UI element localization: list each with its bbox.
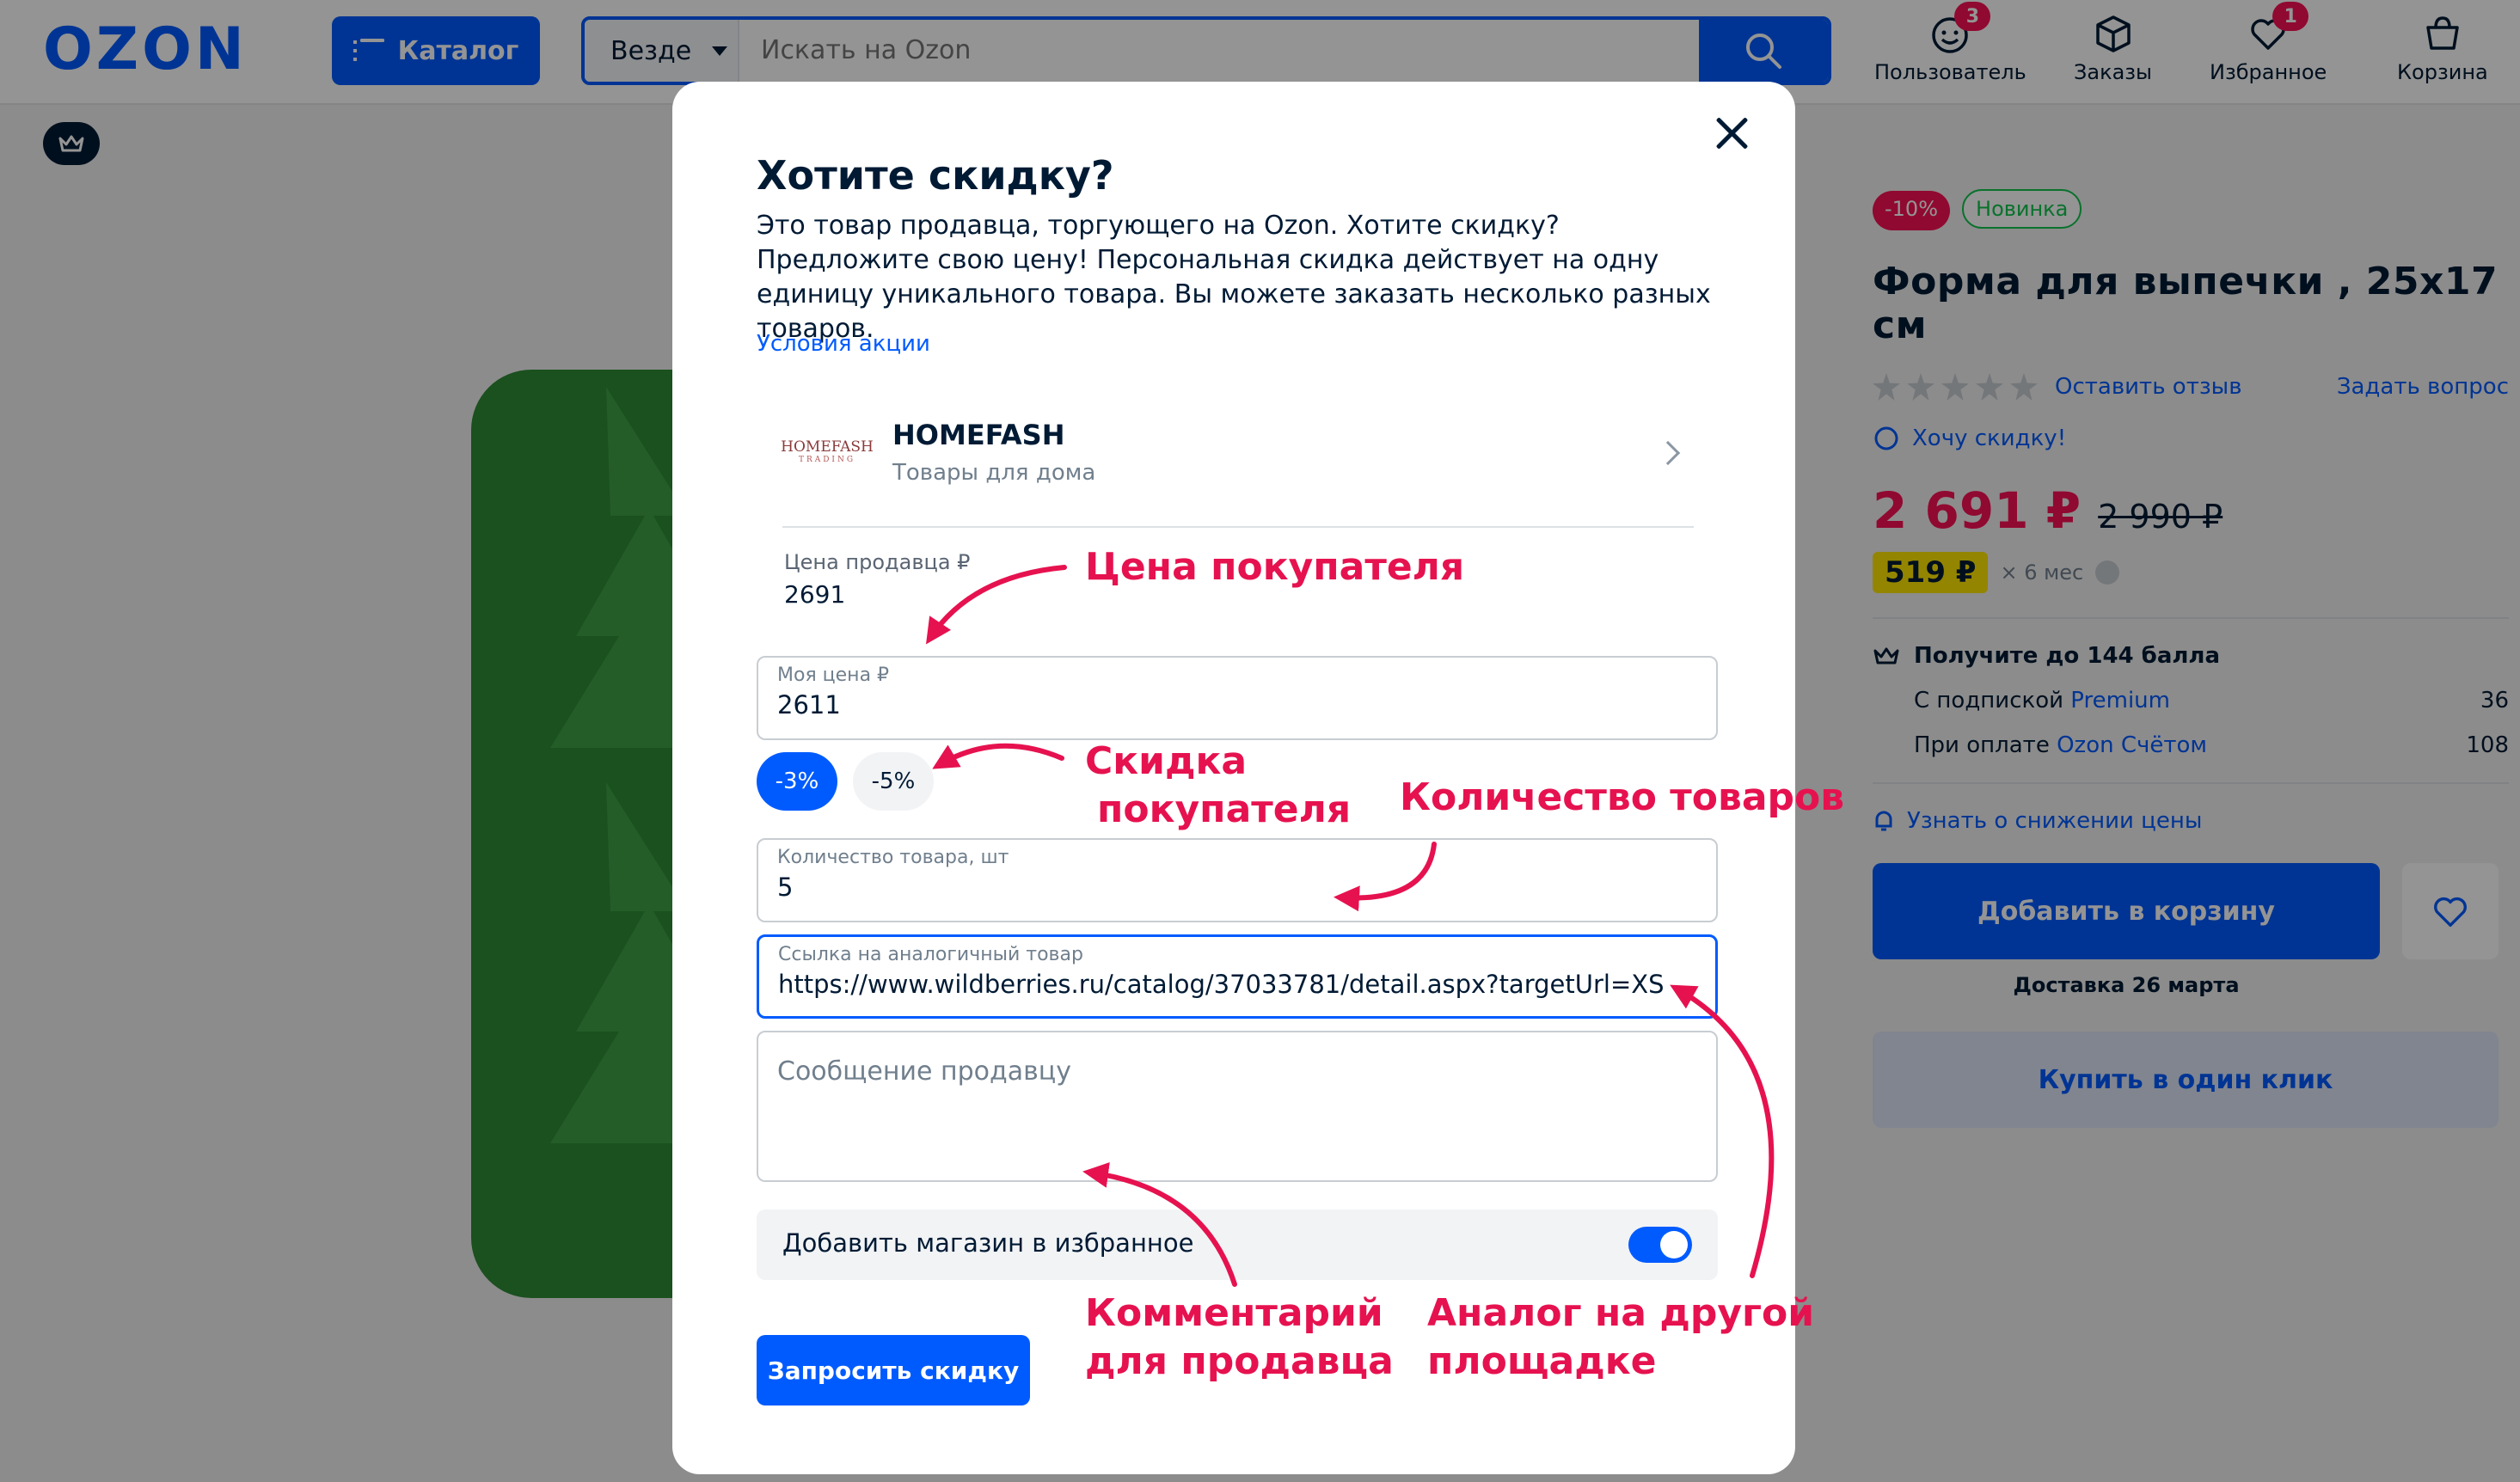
annotation-discount-line2: покупателя: [1097, 787, 1352, 831]
seller-logo: HOMEFASH TRADING: [781, 426, 874, 477]
seller-logo-sub: TRADING: [798, 456, 856, 464]
seller-logo-text: HOMEFASH: [781, 438, 874, 456]
annotation-quantity: Количество товаров: [1400, 775, 1845, 819]
annotation-analog-line1: Аналог на другой: [1427, 1291, 1815, 1335]
my-price-label: Моя цена ₽: [777, 664, 890, 686]
annotation-comment-line1: Комментарий: [1085, 1291, 1383, 1335]
seller-card[interactable]: HOMEFASH TRADING HOMEFASH Товары для дом…: [781, 419, 1694, 522]
favorite-store-toggle[interactable]: [1628, 1227, 1692, 1263]
analog-link-label: Ссылка на аналогичный товар: [778, 944, 1083, 965]
modal-description: Это товар продавца, торгующего на Ozon. …: [757, 211, 1711, 344]
terms-link[interactable]: Условия акции: [757, 331, 930, 357]
message-placeholder: Сообщение продавцу: [777, 1056, 1071, 1087]
quantity-field[interactable]: Количество товара, шт 5: [757, 838, 1718, 922]
seller-price-label: Цена продавца ₽: [784, 550, 971, 574]
quantity-value: 5: [777, 873, 794, 902]
annotation-comment-line2: для продавца: [1085, 1339, 1394, 1383]
analog-link-field[interactable]: Ссылка на аналогичный товар https://www.…: [757, 934, 1718, 1019]
seller-name: HOMEFASH: [892, 419, 1065, 451]
request-discount-button[interactable]: Запросить скидку: [757, 1335, 1030, 1405]
message-to-seller-field[interactable]: Сообщение продавцу: [757, 1031, 1718, 1182]
my-price-field[interactable]: Моя цена ₽ 2611: [757, 656, 1718, 740]
discount-chips: -3% -5%: [757, 752, 934, 811]
seller-subtitle: Товары для дома: [892, 460, 1096, 486]
discount-chip-5[interactable]: -5%: [853, 752, 934, 811]
annotation-discount-line1: Скидка: [1085, 739, 1248, 783]
favorite-store-label: Добавить магазин в избранное: [782, 1228, 1194, 1258]
chevron-right-icon: [1655, 440, 1681, 466]
favorite-store-row: Добавить магазин в избранное: [757, 1209, 1718, 1280]
close-icon[interactable]: [1706, 107, 1757, 159]
discount-chip-3[interactable]: -3%: [757, 752, 837, 811]
quantity-label: Количество товара, шт: [777, 847, 1009, 868]
divider: [782, 526, 1694, 528]
seller-price-value: 2691: [784, 580, 846, 609]
annotation-buyer-price: Цена покупателя: [1085, 545, 1465, 589]
modal-title: Хотите скидку?: [757, 152, 1114, 199]
analog-link-value: https://www.wildberries.ru/catalog/37033…: [778, 970, 1665, 999]
my-price-value: 2611: [777, 690, 841, 720]
annotation-analog-line2: площадке: [1427, 1339, 1657, 1383]
